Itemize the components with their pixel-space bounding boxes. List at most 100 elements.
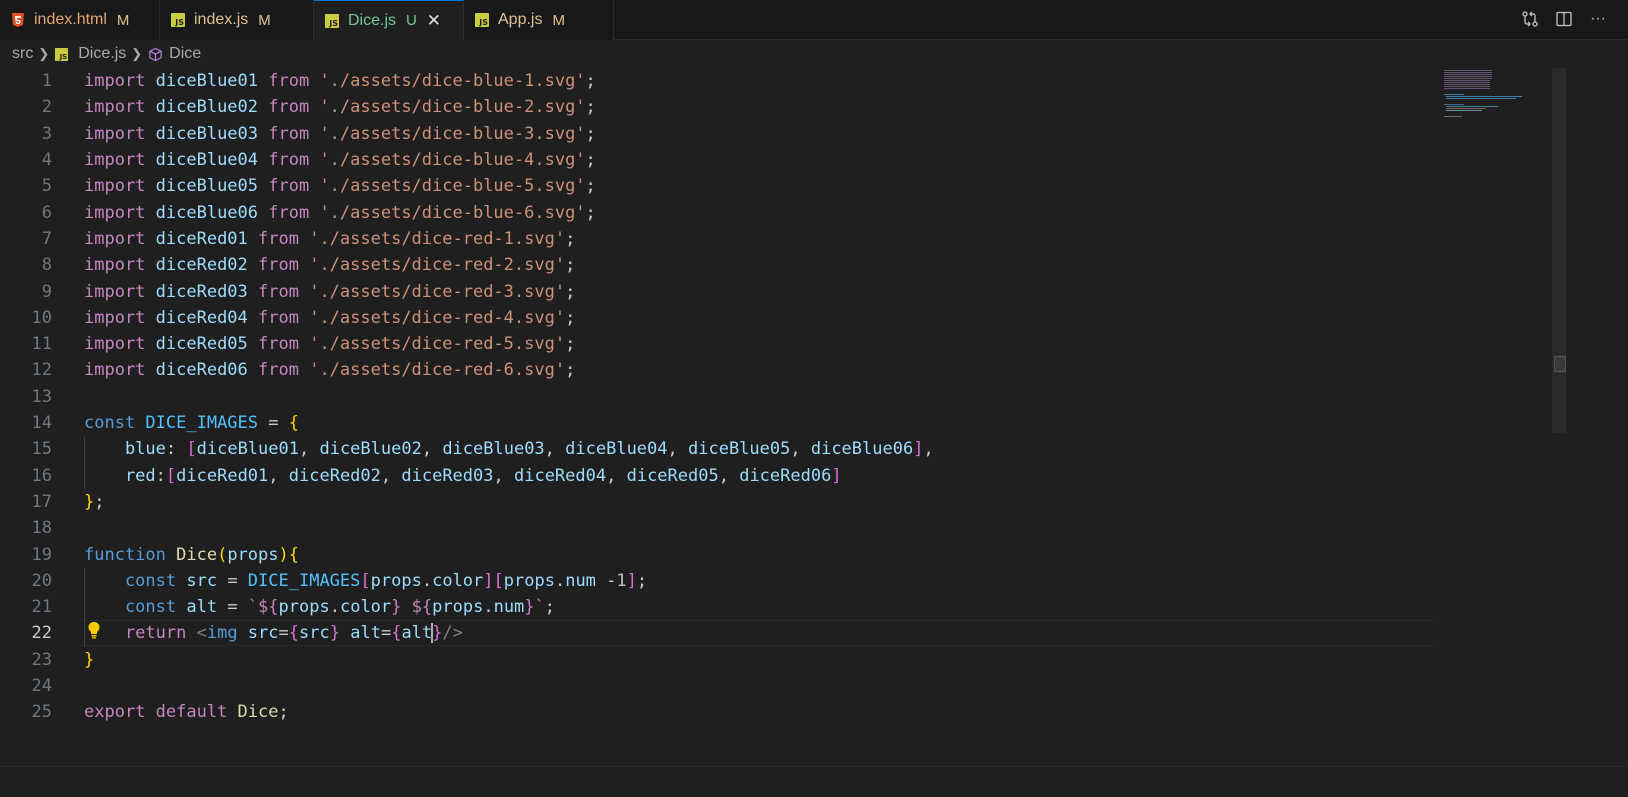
line-number[interactable]: 4	[0, 150, 52, 170]
line-number[interactable]: 6	[0, 203, 52, 223]
tab-label: App.js	[498, 11, 543, 28]
split-editor-icon[interactable]	[1552, 7, 1576, 31]
line-number[interactable]: 13	[0, 387, 52, 407]
scrollbar-thumb[interactable]	[1554, 356, 1566, 372]
code-line[interactable]: 14 const DICE_IMAGES = {	[0, 410, 1440, 436]
code-token: }	[84, 491, 95, 512]
code-line[interactable]: 11 import diceRed05 from './assets/dice-r…	[0, 331, 1440, 357]
line-number[interactable]: 8	[0, 255, 52, 275]
code-token: =	[217, 597, 248, 618]
tab-label: index.js	[194, 11, 249, 28]
code-token: './assets/dice-blue-1.svg'	[319, 71, 586, 92]
code-token: diceRed03	[401, 465, 494, 486]
code-line[interactable]: 8 import diceRed02 from './assets/dice-re…	[0, 252, 1440, 278]
code-line[interactable]: 2 import diceBlue02 from './assets/dice-b…	[0, 94, 1440, 120]
code-token: './assets/dice-red-3.svg'	[309, 281, 566, 302]
code-line[interactable]: 19 function Dice(props){	[0, 541, 1440, 567]
lightbulb-icon[interactable]	[86, 620, 102, 640]
breadcrumb-symbol[interactable]: Dice	[169, 45, 201, 63]
code-line[interactable]: 17};	[0, 489, 1440, 515]
line-number[interactable]: 5	[0, 176, 52, 196]
code-line[interactable]: 12 import diceRed06 from './assets/dice-r…	[0, 357, 1440, 383]
code-line[interactable]: 24	[0, 673, 1440, 699]
line-number[interactable]: 10	[0, 308, 52, 328]
code-text: blue: [diceBlue01, diceBlue02, diceBlue0…	[84, 439, 934, 459]
tab-index-html[interactable]: index.html M	[0, 0, 160, 40]
breadcrumb-folder[interactable]: src	[12, 45, 33, 63]
line-number[interactable]: 14	[0, 413, 52, 433]
line-number[interactable]: 18	[0, 518, 52, 538]
breadcrumb-file[interactable]: Dice.js	[78, 45, 126, 63]
line-number[interactable]: 1	[0, 71, 52, 91]
code-line[interactable]: 18	[0, 515, 1440, 541]
line-number[interactable]: 7	[0, 229, 52, 249]
indent-guide	[84, 567, 85, 647]
code-line[interactable]: 25 export default Dice;	[0, 699, 1440, 725]
code-token: diceRed01	[155, 228, 248, 249]
code-token: ,	[606, 465, 627, 486]
line-number[interactable]: 17	[0, 492, 52, 512]
code-token: color	[339, 597, 392, 618]
code-editor[interactable]: 1 import diceBlue01 from './assets/dice-b…	[0, 68, 1440, 758]
close-icon[interactable]: ✕	[425, 11, 443, 30]
code-line[interactable]: 10 import diceRed04 from './assets/dice-r…	[0, 305, 1440, 331]
line-number[interactable]: 16	[0, 466, 52, 486]
code-token: default	[155, 702, 238, 723]
code-line[interactable]: 6 import diceBlue06 from './assets/dice-b…	[0, 200, 1440, 226]
code-line[interactable]: 16 red:[diceRed01, diceRed02, diceRed03,…	[0, 463, 1440, 489]
code-token: ]	[626, 570, 637, 591]
tab-index-js[interactable]: JS index.js M	[160, 0, 314, 40]
line-number[interactable]: 23	[0, 650, 52, 670]
line-number[interactable]: 21	[0, 597, 52, 617]
code-token: diceBlue02	[155, 97, 259, 118]
tab-app-js[interactable]: JS App.js M	[464, 0, 614, 40]
code-token: img	[206, 623, 248, 644]
code-line[interactable]: 20 const src = DICE_IMAGES[props.color][…	[0, 568, 1440, 594]
code-line[interactable]: 1 import diceBlue01 from './assets/dice-b…	[0, 68, 1440, 94]
minimap[interactable]	[1440, 68, 1550, 118]
code-token: diceRed03	[155, 281, 248, 302]
code-line[interactable]: 9 import diceRed03 from './assets/dice-re…	[0, 278, 1440, 304]
line-number[interactable]: 20	[0, 571, 52, 591]
code-token: ;	[544, 597, 556, 618]
code-token: 1	[616, 570, 627, 591]
vertical-scrollbar[interactable]	[1552, 68, 1566, 433]
line-number[interactable]: 15	[0, 439, 52, 459]
code-line[interactable]: 5 import diceBlue05 from './assets/dice-b…	[0, 173, 1440, 199]
line-number[interactable]: 9	[0, 282, 52, 302]
code-line[interactable]: 4 import diceBlue04 from './assets/dice-b…	[0, 147, 1440, 173]
code-line[interactable]: 15 blue: [diceBlue01, diceBlue02, diceBl…	[0, 436, 1440, 462]
line-number[interactable]: 19	[0, 545, 52, 565]
code-line[interactable]: 21 const alt = `${props.color} ${props.n…	[0, 594, 1440, 620]
code-token: './assets/dice-blue-5.svg'	[319, 176, 586, 197]
code-token: import	[84, 176, 156, 197]
line-number[interactable]: 25	[0, 702, 52, 722]
tab-label: index.html	[34, 11, 107, 28]
more-actions-icon[interactable]: ···	[1586, 7, 1610, 31]
code-token: import	[84, 202, 156, 223]
code-token: color	[432, 570, 484, 591]
code-line[interactable]: 23}	[0, 647, 1440, 673]
compare-changes-icon[interactable]	[1518, 7, 1542, 31]
code-token: ${	[411, 597, 433, 618]
code-token: diceBlue06	[155, 202, 259, 223]
code-token: './assets/dice-red-4.svg'	[309, 307, 566, 328]
line-number[interactable]: 3	[0, 124, 52, 144]
code-line[interactable]: 7 import diceRed01 from './assets/dice-re…	[0, 226, 1440, 252]
line-number[interactable]: 24	[0, 676, 52, 696]
line-number[interactable]: 22	[0, 623, 52, 643]
code-text: }	[84, 650, 94, 670]
line-number[interactable]: 2	[0, 97, 52, 117]
code-text: import diceBlue04 from './assets/dice-bl…	[84, 150, 596, 170]
line-number[interactable]: 11	[0, 334, 52, 354]
code-line[interactable]: 22 return <img src={src} alt={alt}/>	[0, 620, 1440, 647]
code-text: import diceBlue03 from './assets/dice-bl…	[84, 124, 596, 144]
code-token: [	[493, 570, 504, 591]
tab-dice-js[interactable]: JS Dice.js U ✕	[314, 0, 464, 40]
code-line[interactable]: 3 import diceBlue03 from './assets/dice-b…	[0, 121, 1440, 147]
code-token: ;	[565, 307, 576, 328]
line-number[interactable]: 12	[0, 360, 52, 380]
code-token: from	[258, 176, 320, 197]
code-line[interactable]: 13	[0, 384, 1440, 410]
